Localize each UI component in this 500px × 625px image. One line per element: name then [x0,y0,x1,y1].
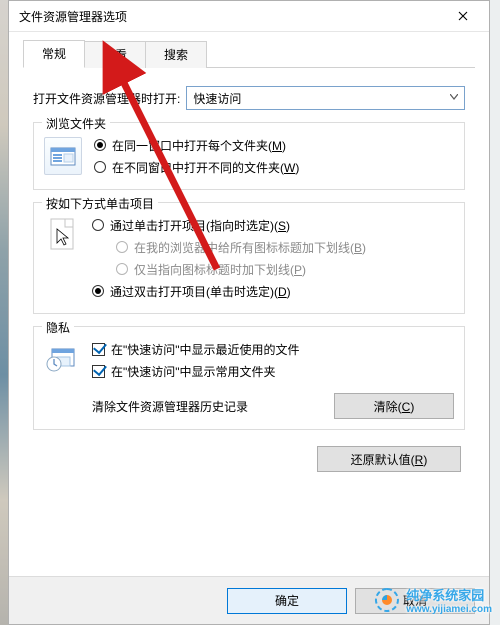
radio-double-click[interactable]: 通过双击打开项目(单击时选定)(D) [92,281,454,301]
clear-history-button[interactable]: 清除(C) [334,393,454,419]
chevron-down-icon [450,94,458,100]
tab-view[interactable]: 查看 [84,41,146,68]
radio-icon [94,139,106,151]
tab-general[interactable]: 常规 [23,40,85,68]
radio-icon [116,241,128,253]
group-click-legend: 按如下方式单击项目 [42,195,158,212]
tab-row: 常规 查看 搜索 [23,40,475,68]
group-click-items: 按如下方式单击项目 通过单击打开项目(指向时选定)(S) [33,202,465,314]
open-with-select[interactable]: 快速访问 [186,86,465,110]
radio-underline-point: 仅当指向图标标题时加下划线(P) [116,259,454,279]
open-with-value: 快速访问 [193,90,241,107]
radio-underline-all: 在我的浏览器中给所有图标标题加下划线(B) [116,237,454,257]
window-title: 文件资源管理器选项 [19,8,443,25]
dialog-action-row: 确定 取消 [9,576,489,624]
radio-icon [94,161,106,173]
cancel-button[interactable]: 取消 [355,588,475,614]
checkbox-icon [92,343,105,356]
radio-icon [92,285,104,297]
radio-icon [116,263,128,275]
tab-search[interactable]: 搜索 [145,41,207,68]
group-privacy-legend: 隐私 [42,319,74,336]
folders-window-icon [44,137,82,175]
group-browse-legend: 浏览文件夹 [42,115,110,132]
check-recent-files[interactable]: 在"快速访问"中显示最近使用的文件 [92,339,454,359]
clear-history-label: 清除文件资源管理器历史记录 [92,398,334,415]
group-browse-folders: 浏览文件夹 在同一窗口中打开每个文件夹(M) [33,122,465,190]
radio-single-click[interactable]: 通过单击打开项目(指向时选定)(S) [92,215,454,235]
radio-same-window[interactable]: 在同一窗口中打开每个文件夹(M) [94,135,454,155]
titlebar: 文件资源管理器选项 [9,1,489,32]
restore-defaults-button[interactable]: 还原默认值(R) [317,446,461,472]
cursor-icon [44,217,80,253]
radio-own-window[interactable]: 在不同窗口中打开不同的文件夹(W) [94,157,454,177]
check-frequent-folders[interactable]: 在"快速访问"中显示常用文件夹 [92,361,454,381]
radio-icon [92,219,104,231]
open-with-label: 打开文件资源管理器时打开: [33,90,180,107]
recent-files-icon [44,341,80,377]
close-button[interactable] [443,4,483,28]
group-privacy: 隐私 在"快速访问"中显示最近使用的文件 [33,326,465,430]
ok-button[interactable]: 确定 [227,588,347,614]
open-with-row: 打开文件资源管理器时打开: 快速访问 [33,86,465,110]
folder-options-window: 文件资源管理器选项 常规 查看 搜索 打开文件资源管理器时打开: 快速访问 浏览… [8,0,490,625]
close-icon [458,11,468,21]
checkbox-icon [92,365,105,378]
tab-panel-general: 打开文件资源管理器时打开: 快速访问 浏览文件夹 [9,68,489,484]
